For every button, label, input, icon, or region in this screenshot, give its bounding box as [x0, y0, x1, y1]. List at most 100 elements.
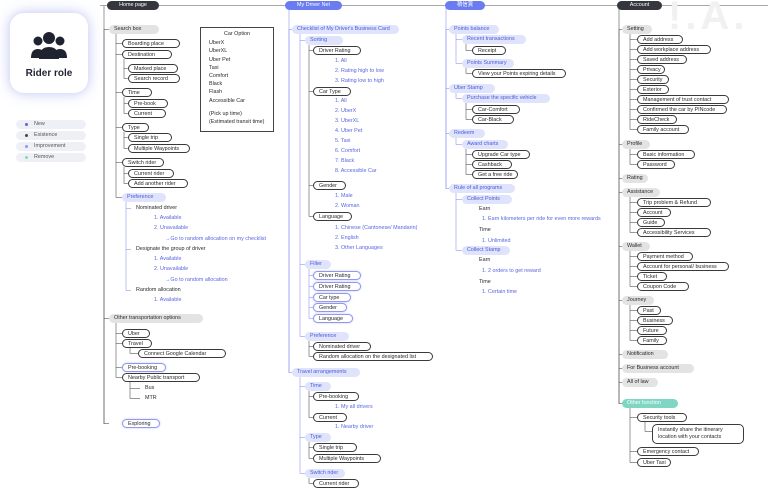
- setting-item[interactable]: Add workplace address: [637, 45, 711, 54]
- uber-item[interactable]: Uber: [122, 329, 150, 338]
- car-comfort-item[interactable]: Car-Comfort: [472, 105, 520, 114]
- tab-benefits[interactable]: 積信賞: [445, 1, 485, 10]
- rating-section[interactable]: Rating: [622, 174, 648, 183]
- free-ride-item[interactable]: Get a free ride: [472, 170, 518, 179]
- multiple-waypoints-item[interactable]: Multiple Waypoints: [313, 454, 381, 463]
- current-rider-item[interactable]: Current rider: [313, 479, 359, 488]
- car-type-item[interactable]: Car Type: [313, 87, 351, 96]
- other-transport-section[interactable]: Other transportation options: [109, 314, 203, 323]
- setting-item[interactable]: Security: [637, 75, 669, 84]
- uber-taxi-item[interactable]: Uber Taxi: [637, 458, 671, 467]
- filter-section[interactable]: Filter: [305, 260, 331, 269]
- marked-place-item[interactable]: Marked place: [128, 64, 178, 73]
- journey-section[interactable]: Journey: [622, 296, 654, 305]
- notification-section[interactable]: Notification: [622, 350, 668, 359]
- setting-section[interactable]: Setting: [622, 25, 652, 34]
- tab-home-page[interactable]: Home page: [107, 1, 159, 10]
- business-account-section[interactable]: For Business account: [622, 364, 694, 373]
- setting-item[interactable]: Privacy: [637, 65, 665, 74]
- setting-item[interactable]: Saved address: [637, 55, 687, 64]
- filter-gender[interactable]: Gender: [313, 303, 347, 312]
- assistance-item[interactable]: Accessibility Services: [637, 228, 711, 237]
- receipt-item[interactable]: Receipt: [472, 46, 506, 55]
- journey-item[interactable]: Future: [637, 326, 667, 335]
- journey-item[interactable]: Family: [637, 336, 667, 345]
- search-box-section[interactable]: Search box: [109, 25, 159, 34]
- multiple-waypoints-item[interactable]: Multiple Waypoints: [128, 144, 190, 153]
- pre-booking-item[interactable]: Pre-booking: [313, 392, 359, 401]
- single-trip-item[interactable]: Single trip: [128, 133, 172, 142]
- preference-section[interactable]: Preference: [305, 332, 349, 341]
- setting-item[interactable]: Add address: [637, 35, 683, 44]
- type-section[interactable]: Type: [305, 433, 331, 442]
- google-calendar-item[interactable]: Connect Google Calendar: [138, 349, 226, 358]
- assistance-item[interactable]: Trip problem & Refund: [637, 198, 711, 207]
- destination-item[interactable]: Destination: [122, 50, 172, 59]
- random-designated-item[interactable]: Random allocation on the designated list: [313, 352, 433, 361]
- exploring-item[interactable]: Exploring: [122, 419, 160, 428]
- gender-item[interactable]: Gender: [313, 181, 346, 190]
- purchase-vehicle-section[interactable]: Purchase the specific vehicle: [462, 94, 550, 103]
- security-tools-item[interactable]: Security tools: [637, 413, 687, 422]
- checklist-section[interactable]: Checklist of My Driver's Business Card: [292, 25, 399, 34]
- redeem-section[interactable]: Redeem: [449, 129, 485, 138]
- cashback-item[interactable]: Cashback: [472, 160, 512, 169]
- profile-item[interactable]: Password: [637, 160, 675, 169]
- wallet-section[interactable]: Wallet: [622, 242, 650, 251]
- points-expiring-item[interactable]: View your Points expiring details: [472, 69, 566, 78]
- tab-my-driver-net[interactable]: My Driver Net: [285, 1, 342, 10]
- setting-item[interactable]: Confirmed the car by PINcode: [637, 105, 727, 114]
- travel-item[interactable]: Travel: [122, 339, 152, 348]
- current-rider-item[interactable]: Current rider: [128, 169, 174, 178]
- switch-rider-item[interactable]: Switch rider: [122, 158, 164, 167]
- sorting-section[interactable]: Sorting: [305, 36, 343, 45]
- assistance-item[interactable]: Account: [637, 208, 671, 217]
- share-itinerary-item[interactable]: Instantly share the itinerary location w…: [652, 424, 744, 444]
- points-balance-section[interactable]: Points balance: [449, 25, 499, 34]
- profile-item[interactable]: Basic information: [637, 150, 695, 159]
- award-charts-section[interactable]: Award charts: [462, 140, 508, 149]
- current-item[interactable]: Current: [128, 109, 166, 118]
- wallet-item[interactable]: Coupon Code: [637, 282, 689, 291]
- nominated-driver-item[interactable]: Nominated driver: [313, 342, 371, 351]
- single-trip-item[interactable]: Single trip: [313, 443, 357, 452]
- pre-book-item[interactable]: Pre-book: [128, 99, 168, 108]
- assistance-section[interactable]: Assistance: [622, 188, 660, 197]
- language-item[interactable]: Language: [313, 212, 352, 221]
- type-item[interactable]: Type: [122, 123, 149, 132]
- setting-item[interactable]: Family account: [637, 125, 689, 134]
- assistance-item[interactable]: Guide: [637, 218, 665, 227]
- other-function-section[interactable]: Other function: [622, 399, 678, 408]
- filter-driver-rating[interactable]: Driver Rating: [313, 271, 361, 280]
- pre-booking-item[interactable]: Pre-booking: [122, 363, 166, 372]
- recent-transactions-section[interactable]: Recent transactions: [462, 35, 526, 44]
- rule-section[interactable]: Rule of all programs: [449, 184, 515, 193]
- nearby-public-transport-item[interactable]: Nearby Public transport: [122, 373, 200, 382]
- upgrade-car-type-item[interactable]: Upgrade Car type: [472, 150, 530, 159]
- tab-account[interactable]: Account: [617, 1, 662, 10]
- driver-rating-item[interactable]: Driver Rating: [313, 46, 361, 55]
- car-black-item[interactable]: Car-Black: [472, 115, 514, 124]
- filter-car-type[interactable]: Car type: [313, 293, 351, 302]
- points-summary-section[interactable]: Points Summary: [462, 59, 514, 68]
- time-section[interactable]: Time: [305, 382, 331, 391]
- wallet-item[interactable]: Ticket: [637, 272, 667, 281]
- time-item[interactable]: Time: [122, 88, 152, 97]
- setting-item[interactable]: Management of trust contact: [637, 95, 729, 104]
- filter-driver-rating[interactable]: Driver Rating: [313, 282, 361, 291]
- setting-item[interactable]: Exterior: [637, 85, 669, 94]
- search-record-item[interactable]: Search record: [128, 74, 180, 83]
- profile-section[interactable]: Profile: [622, 140, 650, 149]
- add-rider-item[interactable]: Add another rider: [128, 179, 188, 188]
- journey-item[interactable]: Business: [637, 316, 673, 325]
- wallet-item[interactable]: Payment method: [637, 252, 693, 261]
- setting-item[interactable]: RideCheck: [637, 115, 677, 124]
- uber-stamp-section[interactable]: Uber Stamp: [449, 84, 495, 93]
- switch-rider-section[interactable]: Switch rider: [305, 469, 345, 478]
- wallet-item[interactable]: Account for personal/ business: [637, 262, 729, 271]
- travel-arrangements-section[interactable]: Travel arrangements: [292, 368, 360, 377]
- current-item[interactable]: Current: [313, 413, 347, 422]
- all-of-law-section[interactable]: All of law: [622, 378, 658, 387]
- collect-stamp-section[interactable]: Collect Stamp: [462, 246, 510, 255]
- emergency-contact-item[interactable]: Emergency contact: [637, 447, 699, 456]
